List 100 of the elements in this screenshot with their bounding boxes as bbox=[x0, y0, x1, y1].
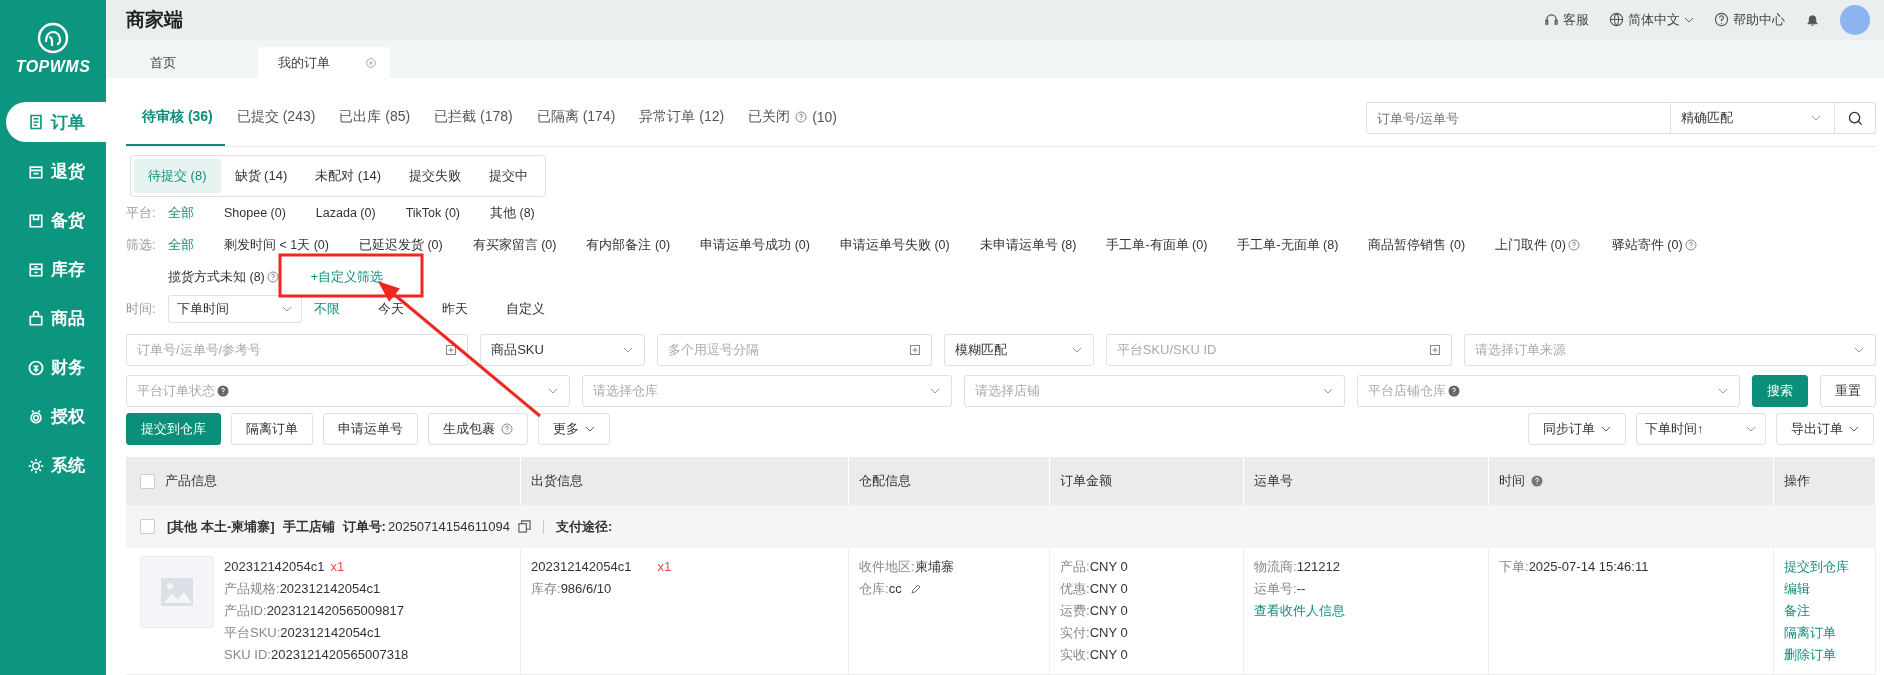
action-button[interactable]: 同步订单 bbox=[1528, 413, 1626, 445]
page-tab[interactable]: 我的订单 bbox=[258, 47, 390, 78]
expand-icon[interactable] bbox=[1428, 344, 1441, 356]
action-button[interactable]: 更多 bbox=[538, 413, 610, 445]
operation-link[interactable]: 隔离订单 bbox=[1784, 622, 1836, 644]
sub-tab[interactable]: 未配对 (14) bbox=[301, 159, 395, 193]
operation-link[interactable]: 删除订单 bbox=[1784, 644, 1836, 666]
edit-icon[interactable] bbox=[909, 583, 922, 595]
sub-tab[interactable]: 提交失败 bbox=[394, 159, 475, 193]
quantity: x1 bbox=[330, 558, 345, 576]
filter-option[interactable]: 手工单-无面单 (8) bbox=[1237, 229, 1339, 261]
avatar[interactable] bbox=[1840, 5, 1870, 35]
sidebar-item[interactable]: 订单 bbox=[6, 102, 106, 142]
sidebar-item[interactable]: 授权 bbox=[6, 392, 106, 441]
operation-link[interactable]: 提交到仓库 bbox=[1784, 556, 1849, 578]
time-option[interactable]: 昨天 bbox=[442, 300, 468, 318]
operation-link[interactable]: 备注 bbox=[1784, 600, 1810, 622]
time-option[interactable]: 自定义 bbox=[506, 300, 545, 318]
filter-option[interactable]: 未申请运单号 (8) bbox=[979, 229, 1077, 261]
recipient-info-link[interactable]: 查看收件人信息 bbox=[1254, 600, 1345, 622]
status-tab[interactable]: 已出库 (85) bbox=[327, 90, 423, 146]
sidebar-item[interactable]: 系统 bbox=[6, 441, 106, 490]
field-value: 2025-07-14 15:46:11 bbox=[1528, 558, 1649, 576]
select-field[interactable]: 商品SKU bbox=[480, 334, 646, 366]
app-title: 商家端 bbox=[126, 8, 183, 32]
custom-filter-link[interactable]: +自定义筛选 bbox=[310, 261, 384, 293]
match-select[interactable]: 精确匹配 bbox=[1671, 102, 1835, 134]
search-button[interactable]: 搜索 bbox=[1752, 375, 1808, 407]
product-name: 202312142054c1 bbox=[224, 558, 325, 576]
field-value: CNY 0 bbox=[1089, 624, 1128, 642]
filter-option[interactable]: 手工单-有面单 (0) bbox=[1106, 229, 1208, 261]
operation-link[interactable]: 编辑 bbox=[1784, 578, 1810, 600]
status-tab[interactable]: 异常订单 (12) bbox=[627, 90, 737, 146]
sub-tab[interactable]: 待提交 (8) bbox=[134, 159, 221, 193]
nav-icon bbox=[27, 309, 45, 328]
close-icon[interactable] bbox=[366, 57, 376, 68]
checkbox[interactable] bbox=[140, 473, 155, 489]
time-option[interactable]: 不限 bbox=[314, 300, 340, 318]
copy-icon[interactable] bbox=[517, 520, 531, 533]
field-value: 202312142054c1 bbox=[280, 624, 381, 642]
page-tab[interactable]: 首页 bbox=[126, 47, 258, 78]
time-option[interactable]: 今天 bbox=[378, 300, 404, 318]
expand-icon[interactable] bbox=[909, 344, 922, 356]
help-center-link[interactable]: 帮助中心 bbox=[1714, 11, 1785, 29]
select-field[interactable]: 模糊匹配 bbox=[944, 334, 1094, 366]
action-button[interactable]: 提交到仓库 bbox=[126, 413, 221, 445]
tab-label: 首页 bbox=[150, 53, 176, 72]
filter-option[interactable]: 申请运单号成功 (0) bbox=[700, 229, 810, 261]
support-link[interactable]: 客服 bbox=[1544, 11, 1589, 29]
action-button[interactable]: 下单时间↑ bbox=[1636, 413, 1766, 445]
sidebar-item[interactable]: 备货 bbox=[6, 196, 106, 245]
filter-option[interactable]: Lazada (0) bbox=[315, 206, 376, 220]
expand-icon[interactable] bbox=[445, 344, 458, 356]
order-number: 20250714154611094 bbox=[387, 519, 510, 534]
bell-icon[interactable] bbox=[1805, 12, 1820, 28]
field-value: CNY 0 bbox=[1089, 646, 1128, 664]
search-button[interactable] bbox=[1835, 102, 1876, 134]
sub-tab[interactable]: 缺货 (14) bbox=[220, 159, 302, 193]
language-select[interactable]: 简体中文 bbox=[1609, 11, 1694, 29]
action-button[interactable]: 生成包裹 bbox=[428, 413, 528, 445]
status-tab[interactable]: 已拦截 (178) bbox=[422, 90, 525, 146]
action-button[interactable]: 隔离订单 bbox=[231, 413, 313, 445]
checkbox[interactable] bbox=[140, 519, 155, 534]
sidebar-item[interactable]: 财务 bbox=[6, 343, 106, 392]
order-search-field[interactable]: 订单号/运单号 bbox=[1366, 102, 1671, 134]
sub-tab[interactable]: 提交中 bbox=[474, 159, 542, 193]
status-tab[interactable]: 已提交 (243) bbox=[224, 90, 328, 146]
filter-option[interactable]: Shopee (0) bbox=[224, 206, 286, 220]
field-label: 实付: bbox=[1060, 624, 1090, 642]
field-label: 实收: bbox=[1060, 646, 1090, 664]
sidebar-item[interactable]: 商品 bbox=[6, 294, 106, 343]
filter-option[interactable]: 申请运单号失败 (0) bbox=[839, 229, 950, 261]
filter-option[interactable]: 上门取件 (0) bbox=[1495, 229, 1582, 261]
help-icon bbox=[217, 385, 229, 397]
status-tab[interactable]: 待审核 (36) bbox=[126, 90, 225, 146]
field-value: 986/6/10 bbox=[560, 580, 612, 598]
sidebar-item[interactable]: 退货 bbox=[6, 147, 106, 196]
filter-option[interactable]: 商品暂停销售 (0) bbox=[1368, 229, 1466, 261]
filter-option[interactable]: 有买家留言 (0) bbox=[472, 229, 557, 261]
action-button[interactable]: 导出订单 bbox=[1776, 413, 1874, 445]
filter-option[interactable]: 驿站寄件 (0) bbox=[1611, 229, 1699, 261]
status-tab[interactable]: 已关闭 (10) bbox=[736, 90, 850, 146]
help-icon bbox=[1684, 239, 1697, 251]
filter-option[interactable]: 全部 bbox=[168, 204, 194, 222]
filter-option[interactable]: TikTok (0) bbox=[405, 206, 461, 220]
filter-option[interactable]: 全部 bbox=[168, 229, 194, 261]
time-field-select[interactable]: 下单时间 bbox=[168, 295, 302, 323]
reset-button[interactable]: 重置 bbox=[1820, 375, 1876, 407]
sidebar-item[interactable]: 库存 bbox=[6, 245, 106, 294]
filter-option[interactable]: 剩发时间 < 1天 (0) bbox=[224, 229, 329, 261]
filter-option[interactable]: 有内部备注 (0) bbox=[586, 229, 671, 261]
field-value: 202312142054c1 bbox=[279, 580, 381, 598]
filter-option[interactable]: 其他 (8) bbox=[490, 204, 535, 222]
order-tag: [其他 本土-柬埔寨] bbox=[167, 517, 275, 536]
field-label: 收件地区: bbox=[859, 558, 915, 576]
filter-option[interactable]: 已延迟发货 (0) bbox=[358, 229, 443, 261]
filter-option[interactable]: 揽货方式未知 (8) bbox=[168, 261, 281, 293]
status-tab[interactable]: 已隔离 (174) bbox=[524, 90, 628, 146]
field-value: 2023121420565009817 bbox=[266, 602, 404, 620]
action-button[interactable]: 申请运单号 bbox=[323, 413, 418, 445]
